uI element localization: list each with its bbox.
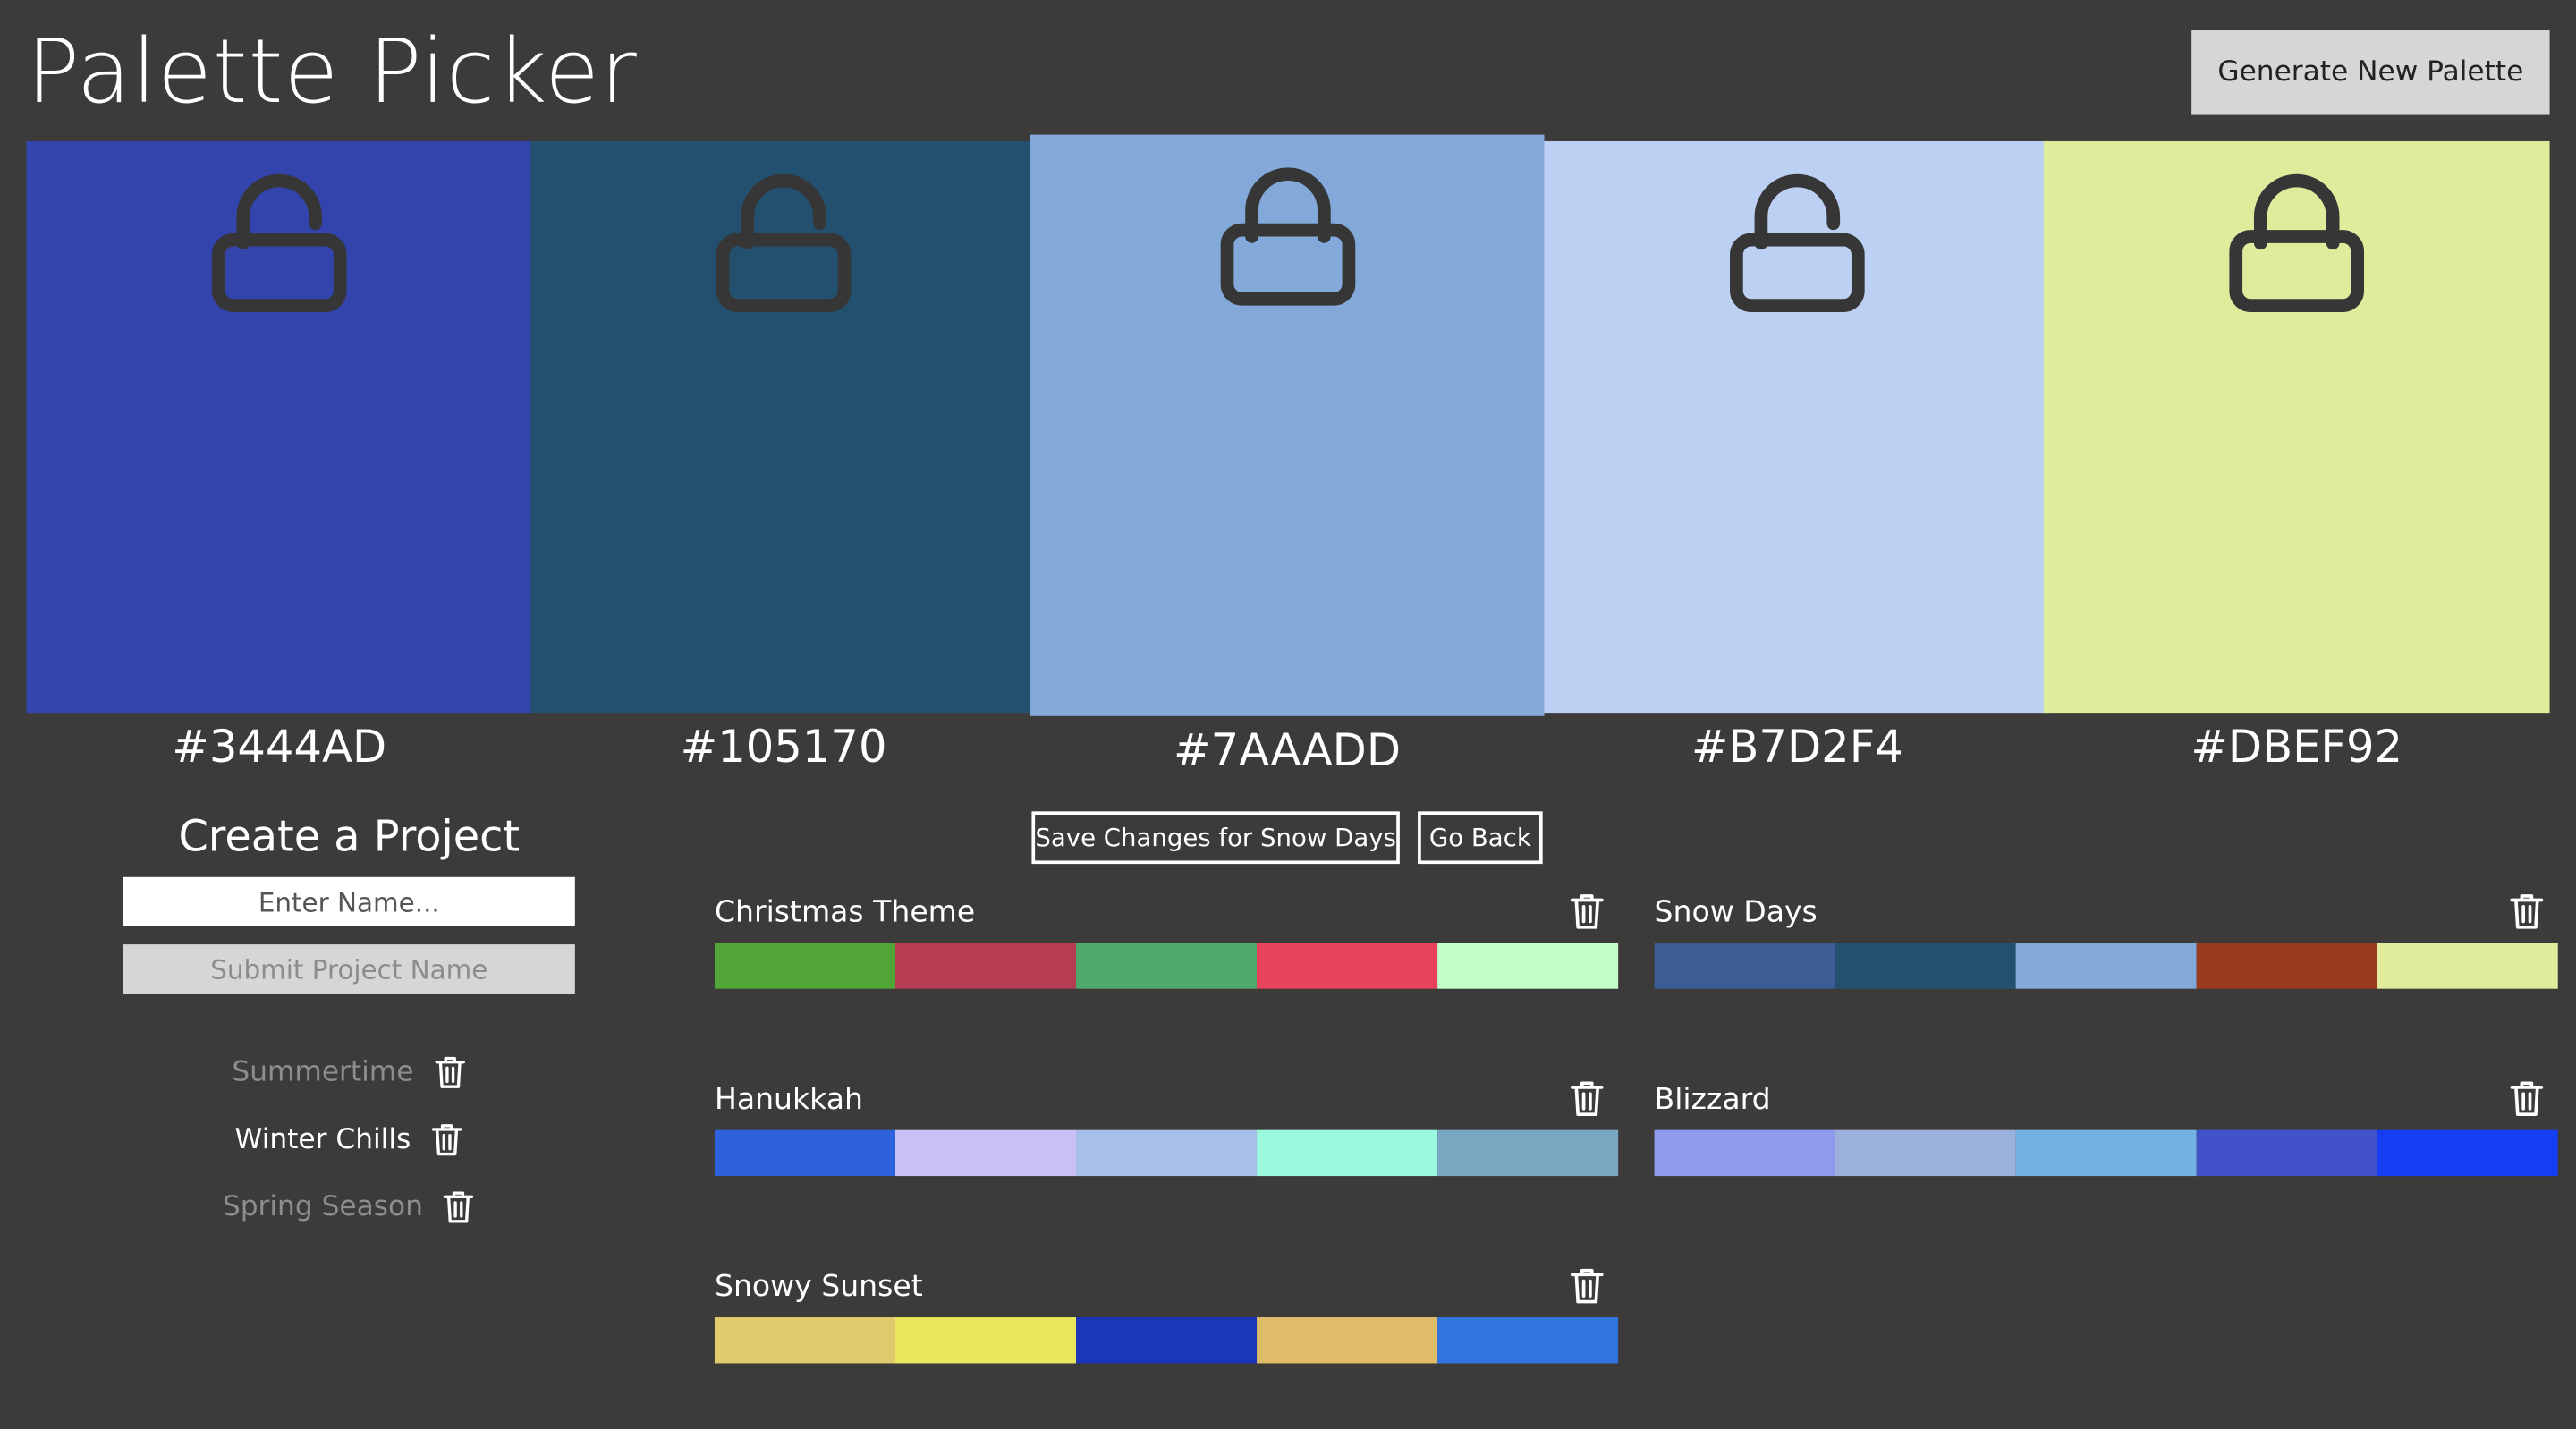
palette-name: Blizzard <box>1654 1082 1771 1117</box>
trash-icon[interactable] <box>1569 892 1605 931</box>
swatch-5[interactable]: #DBEF92 <box>2043 140 2550 774</box>
save-changes-button[interactable]: Save Changes for Snow Days <box>1031 811 1400 865</box>
palette-chip <box>1835 943 2016 989</box>
color-swatches: #3444AD #105170 #7AAADD #B7D2F4 #DBEF92 <box>26 134 2550 799</box>
unlock-icon[interactable] <box>208 165 350 316</box>
project-name-input[interactable] <box>123 876 575 926</box>
palette-color-strip[interactable] <box>1654 943 2558 989</box>
palette-chip <box>895 1317 1077 1364</box>
palette-name: Hanukkah <box>714 1082 863 1117</box>
project-item[interactable]: Spring Season <box>123 1182 575 1231</box>
project-name[interactable]: Winter Chills <box>235 1123 411 1156</box>
palette-chip <box>2196 943 2377 989</box>
palette-chip <box>2015 1129 2197 1177</box>
swatch-3[interactable]: #7AAADD <box>1030 134 1545 777</box>
trash-icon[interactable] <box>433 1054 466 1090</box>
create-project-title: Create a Project <box>178 813 521 863</box>
trash-icon[interactable] <box>430 1121 463 1157</box>
lock-icon[interactable] <box>2226 165 2368 316</box>
palette-chip <box>1076 1317 1258 1364</box>
palette-chip <box>2377 943 2558 989</box>
palette-chip <box>2377 1129 2558 1177</box>
palette-picker-app: Palette Picker Generate New Palette #344… <box>0 0 2576 1429</box>
palette-chip <box>1835 1129 2016 1177</box>
palette-chip <box>714 1317 896 1364</box>
project-item[interactable]: Winter Chills <box>123 1115 575 1164</box>
palette-chip <box>1257 943 1438 989</box>
unlock-icon[interactable] <box>713 165 854 316</box>
palette-name: Christmas Theme <box>714 895 976 930</box>
project-name[interactable]: Spring Season <box>223 1191 423 1224</box>
palette-color-strip[interactable] <box>714 943 1619 989</box>
create-project-form: Create a Project Submit Project Name <box>123 808 575 994</box>
palette-chip <box>895 943 1077 989</box>
project-name[interactable]: Summertime <box>232 1056 413 1089</box>
palette-chip <box>1076 1129 1258 1177</box>
palette-color-strip[interactable] <box>1654 1129 2558 1177</box>
lock-icon[interactable] <box>1216 157 1358 309</box>
submit-project-button[interactable]: Submit Project Name <box>123 944 575 994</box>
palette-chip <box>1257 1317 1438 1364</box>
palette-color-strip[interactable] <box>714 1129 1619 1177</box>
palette-chip <box>2196 1129 2377 1177</box>
swatch-2[interactable]: #105170 <box>530 140 1037 774</box>
palette-chip <box>1437 943 1619 989</box>
generate-palette-button[interactable]: Generate New Palette <box>2191 30 2550 115</box>
trash-icon[interactable] <box>2509 892 2545 931</box>
palette-chip <box>714 943 896 989</box>
swatch-hex-label: #DBEF92 <box>2190 723 2403 774</box>
trash-icon[interactable] <box>443 1189 476 1225</box>
palette-chip <box>1076 943 1258 989</box>
palette-chip <box>1654 1129 1835 1177</box>
project-item[interactable]: Summertime <box>123 1048 575 1097</box>
palette-chip <box>2015 943 2197 989</box>
swatch-4[interactable]: #B7D2F4 <box>1544 140 2051 774</box>
swatch-hex-label: #7AAADD <box>1174 725 1402 777</box>
palette-chip <box>1257 1129 1438 1177</box>
palette-chip <box>1654 943 1835 989</box>
palette-chip <box>895 1129 1077 1177</box>
trash-icon[interactable] <box>1569 1079 1605 1119</box>
app-title: Palette Picker <box>26 20 638 123</box>
trash-icon[interactable] <box>2509 1079 2545 1119</box>
swatch-hex-label: #B7D2F4 <box>1690 723 1903 774</box>
swatch-hex-label: #3444AD <box>172 723 387 774</box>
unlock-icon[interactable] <box>1726 165 1868 316</box>
palette-name: Snowy Sunset <box>714 1269 923 1305</box>
swatch-1[interactable]: #3444AD <box>26 140 533 774</box>
palette-name: Snow Days <box>1654 895 1818 930</box>
go-back-button[interactable]: Go Back <box>1418 811 1543 865</box>
top-bar: Palette Picker Generate New Palette <box>0 0 2576 141</box>
trash-icon[interactable] <box>1569 1266 1605 1306</box>
palette-chip <box>1437 1129 1619 1177</box>
project-list: Summertime Winter Chills Spring Season <box>123 1048 575 1250</box>
palette-color-strip[interactable] <box>714 1317 1619 1364</box>
palette-chip <box>1437 1317 1619 1364</box>
palette-chip <box>714 1129 896 1177</box>
swatch-hex-label: #105170 <box>680 723 887 774</box>
